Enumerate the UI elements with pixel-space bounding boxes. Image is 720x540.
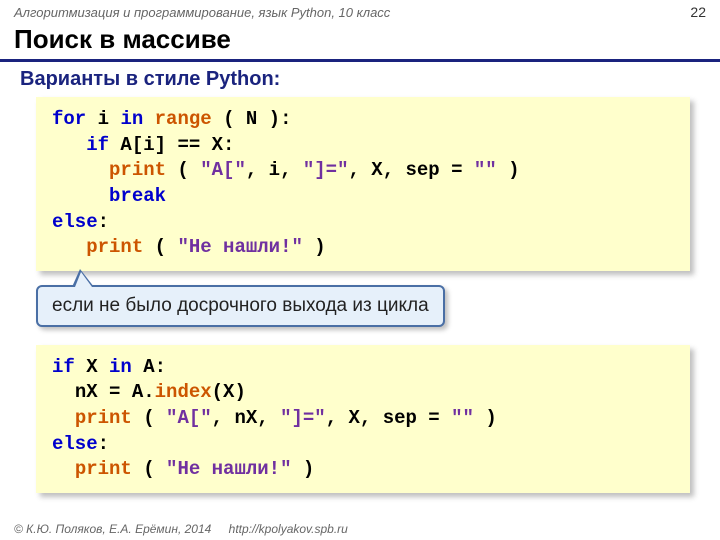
code-block-1: for i in range ( N ): if A[i] == X: prin… [36, 97, 690, 271]
str: "A[" [166, 407, 212, 429]
code-text: : [98, 211, 109, 233]
fn-print: print [75, 407, 132, 429]
code-text: ) [291, 458, 314, 480]
fn-print: print [86, 236, 143, 258]
str: "A[" [200, 159, 246, 181]
code-text: ) [303, 236, 326, 258]
code-indent [52, 381, 75, 403]
course-label: Алгоритмизация и программирование, язык … [14, 5, 390, 20]
code-text: nX = A. [75, 381, 155, 403]
fn-print: print [75, 458, 132, 480]
code-text: ( [143, 236, 177, 258]
str: "]=" [303, 159, 349, 181]
callout-text: если не было досрочного выхода из цикла [52, 295, 429, 316]
str: "]=" [280, 407, 326, 429]
code-text: ( [132, 458, 166, 480]
callout-box: если не было досрочного выхода из цикла [36, 285, 445, 327]
str: "" [451, 407, 474, 429]
footer: © К.Ю. Поляков, Е.А. Ерёмин, 2014 http:/… [14, 522, 348, 536]
code-text: ( N ): [212, 108, 292, 130]
str: "Не нашли!" [166, 458, 291, 480]
code-block-2: if X in A: nX = A.index(X) print ( "A[",… [36, 345, 690, 493]
footer-url: http://kpolyakov.spb.ru [229, 522, 348, 536]
code-indent [52, 407, 75, 429]
code-indent [52, 185, 109, 207]
code-text: ( [132, 407, 166, 429]
code-text: A[i] == X: [109, 134, 234, 156]
kw-if: if [52, 356, 75, 378]
code-text: ) [474, 407, 497, 429]
copyright: © К.Ю. Поляков, Е.А. Ерёмин, 2014 [14, 522, 211, 536]
header-bar: Алгоритмизация и программирование, язык … [0, 0, 720, 22]
callout-wrap: если не было досрочного выхода из цикла [36, 285, 690, 327]
code-text: ( [166, 159, 200, 181]
callout-tail-icon [72, 269, 94, 287]
kw-else: else [52, 211, 98, 233]
code-indent [52, 159, 109, 181]
code-text: i [86, 108, 120, 130]
str: "Не нашли!" [177, 236, 302, 258]
kw-in: in [120, 108, 143, 130]
code-text: A: [132, 356, 166, 378]
code-text: , X, sep = [326, 407, 451, 429]
kw-in: in [109, 356, 132, 378]
code-text: , X, sep = [348, 159, 473, 181]
code-indent [52, 458, 75, 480]
code-text: ) [497, 159, 520, 181]
fn-print: print [109, 159, 166, 181]
fn-range: range [155, 108, 212, 130]
code-indent [52, 134, 86, 156]
code-text: : [98, 433, 109, 455]
code-indent [52, 236, 86, 258]
code-text: , i, [246, 159, 303, 181]
fn-index: index [155, 381, 212, 403]
str: "" [474, 159, 497, 181]
kw-if: if [86, 134, 109, 156]
code-text: (X) [212, 381, 246, 403]
code-text: , nX, [212, 407, 280, 429]
page-number: 22 [690, 4, 706, 20]
kw-break: break [109, 185, 166, 207]
code-text: X [75, 356, 109, 378]
subtitle: Варианты в стиле Python: [0, 68, 720, 97]
kw-else: else [52, 433, 98, 455]
kw-for: for [52, 108, 86, 130]
code-text [143, 108, 154, 130]
page-title: Поиск в массиве [0, 22, 720, 62]
